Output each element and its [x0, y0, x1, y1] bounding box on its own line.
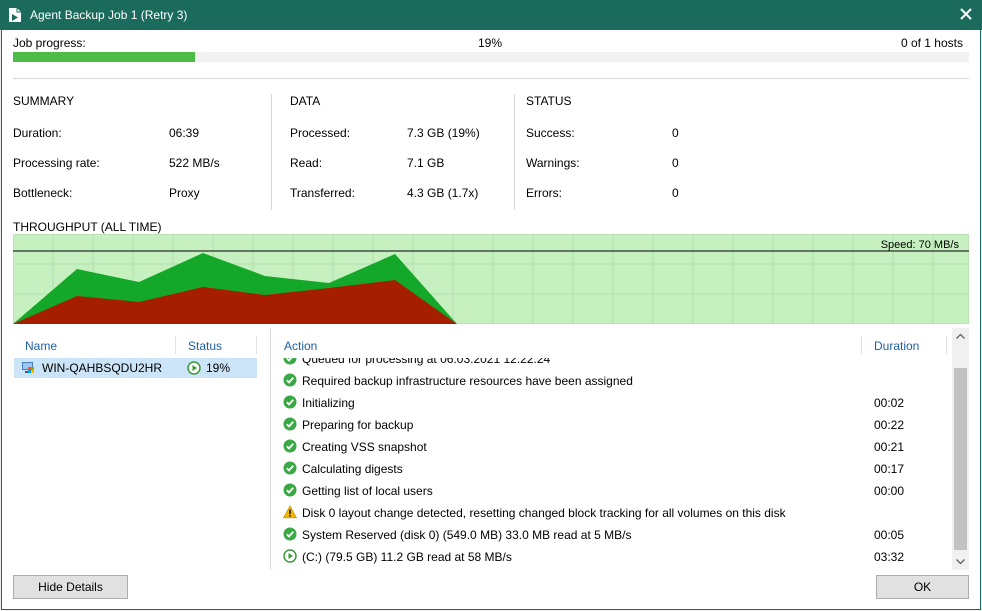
column-separator — [946, 336, 947, 354]
errors-value: 0 — [672, 186, 679, 200]
read-value: 7.1 GB — [407, 156, 445, 170]
success-icon — [283, 395, 297, 409]
log-row[interactable]: Required backup infrastructure resources… — [272, 370, 952, 392]
log-row[interactable]: Calculating digests 00:17 — [272, 458, 952, 480]
close-icon[interactable] — [958, 6, 974, 22]
throughput-chart: Speed: 70 MB/s — [13, 234, 969, 324]
warnings-value: 0 — [672, 156, 679, 170]
scroll-thumb[interactable] — [954, 368, 967, 550]
bottleneck-value: Proxy — [169, 186, 200, 200]
success-icon — [283, 439, 297, 453]
log-row[interactable]: (C:) (79.5 GB) 11.2 GB read at 58 MB/s 0… — [272, 546, 952, 568]
processing-rate-label: Processing rate: — [13, 156, 100, 170]
log-row[interactable]: Disk 0 layout change detected, resetting… — [272, 502, 952, 524]
warnings-label: Warnings: — [526, 156, 580, 170]
action-column-header[interactable]: Action — [284, 339, 317, 353]
processed-label: Processed: — [290, 126, 351, 140]
job-progress-hosts: 0 of 1 hosts — [900, 36, 963, 50]
window-title: Agent Backup Job 1 (Retry 3) — [30, 8, 188, 22]
job-progress-label: Job progress: — [13, 36, 86, 50]
success-icon — [283, 483, 297, 497]
success-icon — [283, 527, 297, 541]
success-icon — [283, 373, 297, 387]
log-header-bg — [272, 328, 952, 358]
log-row[interactable]: Initializing 00:02 — [272, 392, 952, 414]
duration-column-header[interactable]: Duration — [874, 339, 919, 353]
warning-icon — [283, 505, 297, 519]
job-progress-percent: 19% — [478, 36, 503, 50]
bottleneck-label: Bottleneck: — [13, 186, 73, 200]
scroll-down-icon[interactable] — [952, 553, 969, 570]
processing-rate-value: 522 MB/s — [169, 156, 220, 170]
host-list: Name Status WIN-QAHBSQDU2HR 19% — [13, 328, 271, 570]
ok-button[interactable]: OK — [876, 575, 969, 599]
log-row[interactable]: Creating VSS snapshot 00:21 — [272, 436, 952, 458]
log-row[interactable]: Preparing for backup 00:22 — [272, 414, 952, 436]
running-icon — [283, 549, 297, 563]
job-progress-bar — [13, 52, 969, 62]
status-heading: STATUS — [526, 94, 572, 108]
job-progress-fill — [13, 52, 195, 62]
running-icon — [187, 361, 201, 375]
transferred-label: Transferred: — [290, 186, 355, 200]
log-scrollbar[interactable] — [952, 328, 969, 570]
backup-job-icon — [9, 8, 21, 22]
throughput-heading: THROUGHPUT (ALL TIME) — [13, 220, 162, 234]
scroll-up-icon[interactable] — [952, 328, 969, 345]
status-column-header[interactable]: Status — [188, 339, 222, 353]
computer-icon — [22, 362, 34, 373]
success-value: 0 — [672, 126, 679, 140]
host-row[interactable]: WIN-QAHBSQDU2HR 19% — [14, 358, 257, 378]
section-divider — [271, 94, 272, 210]
log-row[interactable]: System Reserved (disk 0) (549.0 MB) 33.0… — [272, 524, 952, 546]
title-bar: Agent Backup Job 1 (Retry 3) — [0, 0, 982, 30]
read-label: Read: — [290, 156, 323, 170]
column-separator — [861, 336, 862, 354]
processed-value: 7.3 GB (19%) — [407, 126, 480, 140]
divider — [13, 78, 969, 79]
duration-label: Duration: — [13, 126, 62, 140]
column-separator — [175, 336, 176, 354]
duration-value: 06:39 — [169, 126, 200, 140]
speed-label: Speed: 70 MB/s — [881, 239, 960, 251]
errors-label: Errors: — [526, 186, 562, 200]
transferred-value: 4.3 GB (1.7x) — [407, 186, 479, 200]
log-row[interactable]: Getting list of local users 00:00 — [272, 480, 952, 502]
host-status: 19% — [206, 361, 231, 375]
success-icon — [283, 417, 297, 431]
host-name: WIN-QAHBSQDU2HR — [42, 361, 163, 375]
action-log: Action Duration Queued for processing at… — [272, 328, 969, 570]
name-column-header[interactable]: Name — [25, 339, 57, 353]
summary-heading: SUMMARY — [13, 94, 75, 108]
section-divider — [514, 94, 515, 210]
success-label: Success: — [526, 126, 575, 140]
hide-details-button[interactable]: Hide Details — [13, 575, 128, 599]
data-heading: DATA — [290, 94, 321, 108]
column-separator — [256, 336, 257, 354]
success-icon — [283, 461, 297, 475]
